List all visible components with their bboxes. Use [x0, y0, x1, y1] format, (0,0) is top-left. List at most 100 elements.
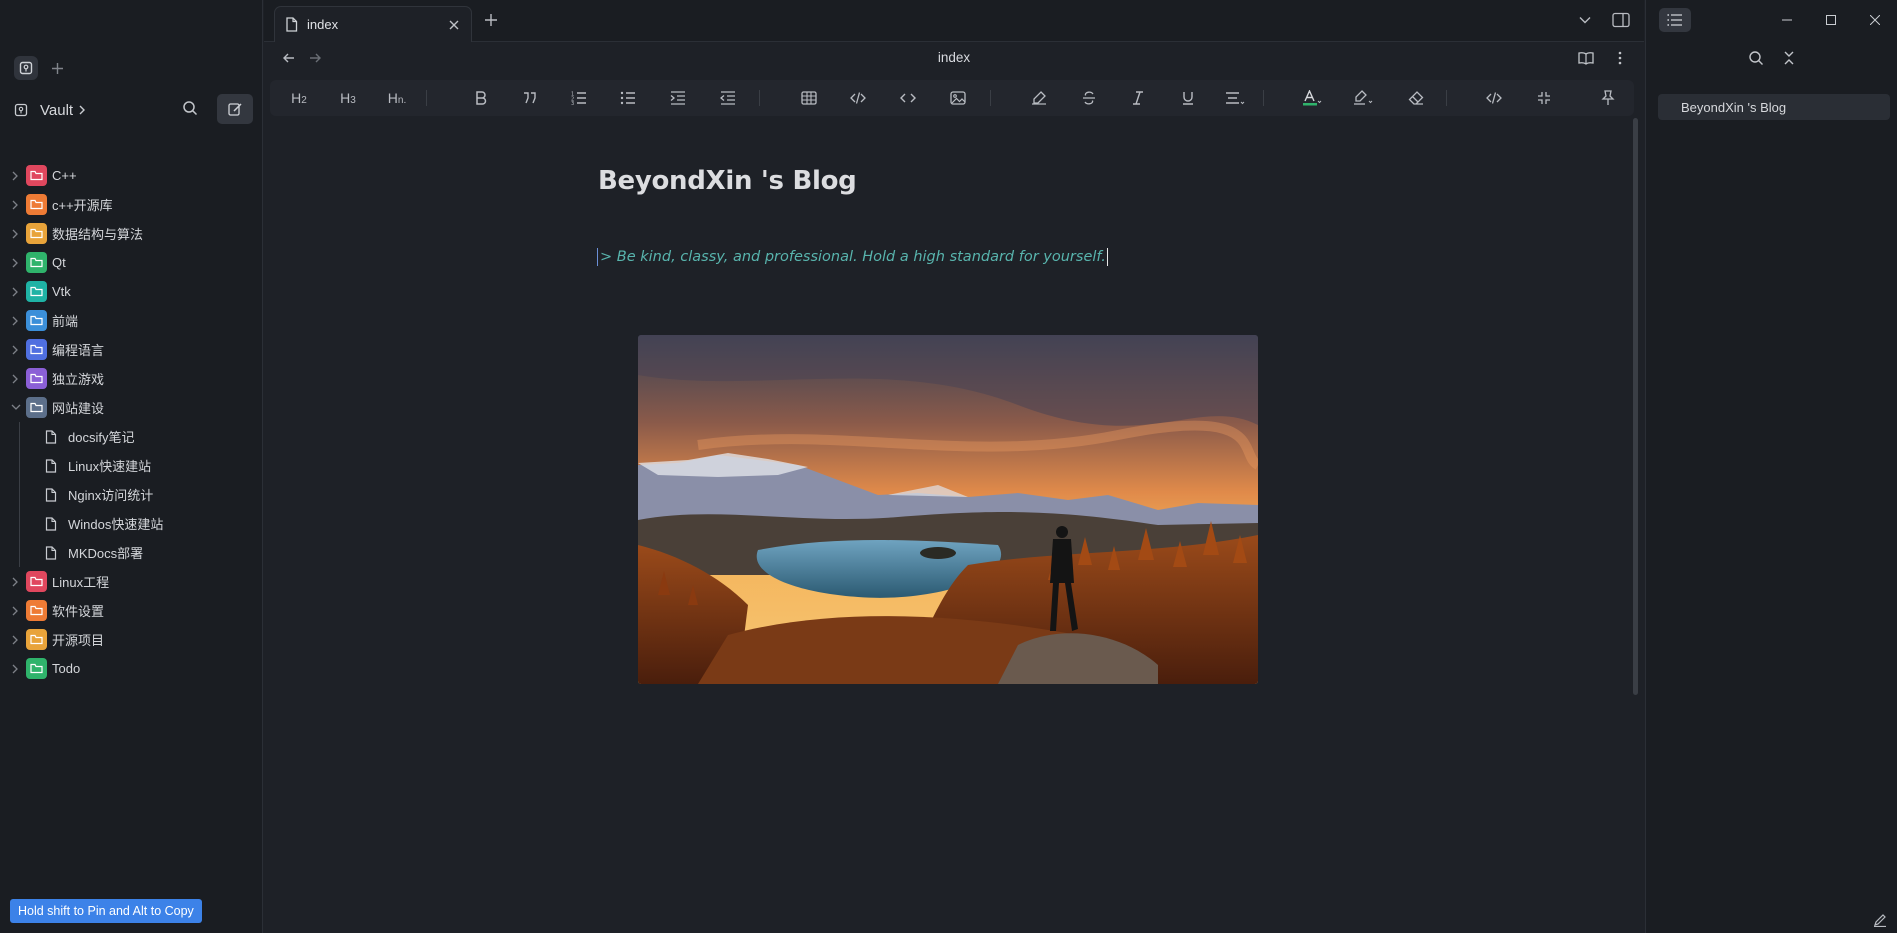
file-item[interactable]: Windos快速建站 [0, 509, 262, 538]
folder-icon [26, 629, 47, 650]
file-item[interactable]: Linux快速建站 [0, 451, 262, 480]
toolbar-divider [426, 90, 427, 106]
quote-icon[interactable] [515, 80, 545, 116]
outline-tab-icon[interactable] [1659, 8, 1691, 32]
add-vault-icon[interactable] [48, 59, 66, 77]
folder-icon [26, 252, 47, 273]
file-item[interactable]: MKDocs部署 [0, 538, 262, 567]
vault-name: Vault [40, 101, 74, 119]
search-icon[interactable] [1748, 50, 1764, 66]
file-icon [45, 429, 57, 444]
ordered-list-icon[interactable]: 123 [564, 80, 594, 116]
folder-icon [26, 165, 47, 186]
chevron-right-icon [11, 258, 21, 268]
outline-item[interactable]: BeyondXin 's Blog [1658, 94, 1890, 120]
pin-icon[interactable] [1593, 80, 1623, 116]
unordered-list-icon[interactable] [613, 80, 643, 116]
indent-icon[interactable] [663, 80, 693, 116]
folder-item[interactable]: Vtk [0, 277, 262, 306]
folder-item[interactable]: Linux工程 [0, 567, 262, 596]
folder-item[interactable]: 网站建设 [0, 393, 262, 422]
blockquote[interactable]: > Be kind, classy, and professional. Hol… [597, 248, 1108, 266]
source-mode-icon[interactable] [1479, 80, 1509, 116]
outline-actions [1646, 50, 1897, 66]
chevron-right-icon [11, 577, 21, 587]
close-icon[interactable] [447, 18, 461, 32]
new-note-button[interactable] [217, 94, 253, 124]
folder-label: Todo [52, 661, 81, 676]
chevron-right-icon [11, 316, 21, 326]
hero-image [638, 335, 1258, 684]
image-icon[interactable] [943, 80, 973, 116]
collapse-all-icon[interactable] [1782, 50, 1796, 66]
code-block-icon[interactable] [843, 80, 873, 116]
more-options-icon[interactable] [1618, 51, 1622, 65]
tab-index[interactable]: index [274, 6, 472, 42]
editor-content[interactable]: BeyondXin 's Blog > Be kind, classy, and… [264, 118, 1644, 933]
toolbar-divider [990, 90, 991, 106]
folder-item[interactable]: Qt [0, 248, 262, 277]
view-title[interactable]: index [264, 50, 1644, 65]
folder-item[interactable]: c++开源库 [0, 190, 262, 219]
collapse-icon[interactable] [1529, 80, 1559, 116]
view-header: index [264, 42, 1644, 78]
underline-icon[interactable] [1173, 80, 1203, 116]
chevron-right-icon [11, 606, 21, 616]
eraser-icon[interactable] [1401, 80, 1431, 116]
search-icon[interactable] [182, 100, 198, 116]
toggle-right-sidebar-icon[interactable] [1612, 12, 1630, 28]
heading-2-button[interactable]: H2 [284, 80, 314, 116]
vault-tab-icon[interactable] [14, 56, 38, 80]
editor-scrollbar[interactable] [1633, 118, 1638, 695]
folder-icon [26, 310, 47, 331]
close-window-icon[interactable] [1853, 0, 1897, 40]
folder-item[interactable]: 独立游戏 [0, 364, 262, 393]
folder-item[interactable]: 前端 [0, 306, 262, 335]
clear-format-icon[interactable] [1024, 80, 1054, 116]
folder-item[interactable]: C++ [0, 161, 262, 190]
italic-icon[interactable] [1123, 80, 1153, 116]
reading-view-icon[interactable] [1578, 51, 1594, 65]
chevron-down-icon[interactable] [1578, 13, 1592, 27]
folder-label: 数据结构与算法 [52, 227, 144, 242]
folder-label: Qt [52, 255, 66, 270]
folder-label: Vtk [52, 284, 71, 299]
folder-item[interactable]: Todo [0, 654, 262, 683]
align-icon[interactable] [1220, 80, 1250, 116]
file-icon [45, 516, 57, 531]
minimize-icon[interactable] [1765, 0, 1809, 40]
edit-icon [228, 103, 242, 116]
folder-label: 开源项目 [52, 633, 105, 648]
highlight-icon[interactable] [1348, 80, 1378, 116]
file-label: docsify笔记 [68, 430, 135, 445]
tab-strip: index [264, 0, 1644, 42]
vault-tabs [14, 56, 66, 80]
file-item[interactable]: Nginx访问统计 [0, 480, 262, 509]
folder-item[interactable]: 数据结构与算法 [0, 219, 262, 248]
folder-label: 前端 [52, 314, 79, 329]
folder-item[interactable]: 软件设置 [0, 596, 262, 625]
chevron-right-icon [11, 635, 21, 645]
quote-text: Be kind, classy, and professional. Hold … [616, 249, 1106, 265]
file-item[interactable]: docsify笔记 [0, 422, 262, 451]
tab-label: index [307, 17, 339, 32]
bold-icon[interactable] [466, 80, 496, 116]
maximize-icon[interactable] [1809, 0, 1853, 40]
file-label: MKDocs部署 [68, 546, 144, 561]
new-tab-icon[interactable] [483, 12, 499, 28]
file-icon [45, 487, 57, 502]
folder-item[interactable]: 开源项目 [0, 625, 262, 654]
file-explorer-sidebar: Vault C++ c++开源库数据结构与算法 Qt Vtk 前端编程语言 独立游戏 网站建… [0, 0, 263, 933]
heading-3-button[interactable]: H3 [333, 80, 363, 116]
text-color-icon[interactable] [1297, 80, 1327, 116]
outdent-icon[interactable] [713, 80, 743, 116]
folder-icon [26, 571, 47, 592]
folder-item[interactable]: 编程语言 [0, 335, 262, 364]
strikethrough-icon[interactable] [1074, 80, 1104, 116]
vault-icon [14, 103, 28, 117]
edit-mode-icon[interactable] [1873, 913, 1887, 927]
inline-code-icon[interactable] [893, 80, 923, 116]
heading-n-button[interactable]: Hn. [382, 80, 412, 116]
toolbar-divider [759, 90, 760, 106]
table-icon[interactable] [794, 80, 824, 116]
